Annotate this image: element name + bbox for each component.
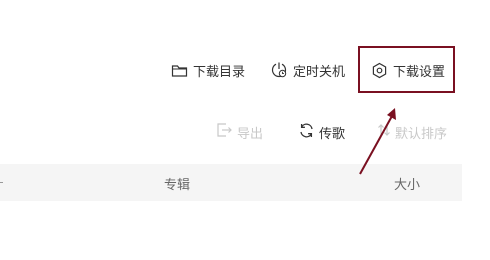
sort-icon xyxy=(377,123,391,141)
settings-hexagon-icon xyxy=(371,62,388,79)
export-button[interactable]: 导出 xyxy=(216,121,263,143)
folder-icon xyxy=(171,63,188,78)
export-label: 导出 xyxy=(237,126,264,142)
timer-power-icon xyxy=(270,61,288,79)
download-directory-button[interactable]: 下载目录 xyxy=(171,59,245,81)
default-sort-label: 默认排序 xyxy=(395,126,448,142)
download-directory-label: 下载目录 xyxy=(193,64,246,80)
share-songs-label: 传歌 xyxy=(319,126,346,142)
default-sort-button[interactable]: 默认排序 xyxy=(377,121,447,143)
export-icon xyxy=(216,122,233,142)
column-separator xyxy=(0,182,3,183)
column-header-size[interactable]: 大小 xyxy=(394,174,420,193)
sync-icon xyxy=(298,122,315,143)
share-songs-button[interactable]: 传歌 xyxy=(298,121,345,143)
column-header-album[interactable]: 专辑 xyxy=(164,174,190,193)
download-settings-button[interactable]: 下载设置 xyxy=(371,59,445,81)
top-toolbar: 下载目录 定时关机 下载设置 xyxy=(0,50,490,90)
table-header: 专辑 大小 xyxy=(0,164,462,201)
timer-shutdown-button[interactable]: 定时关机 xyxy=(270,59,345,81)
timer-shutdown-label: 定时关机 xyxy=(293,64,346,80)
download-settings-label: 下载设置 xyxy=(393,64,446,80)
action-bar: 导出 传歌 默认排序 xyxy=(0,118,490,146)
